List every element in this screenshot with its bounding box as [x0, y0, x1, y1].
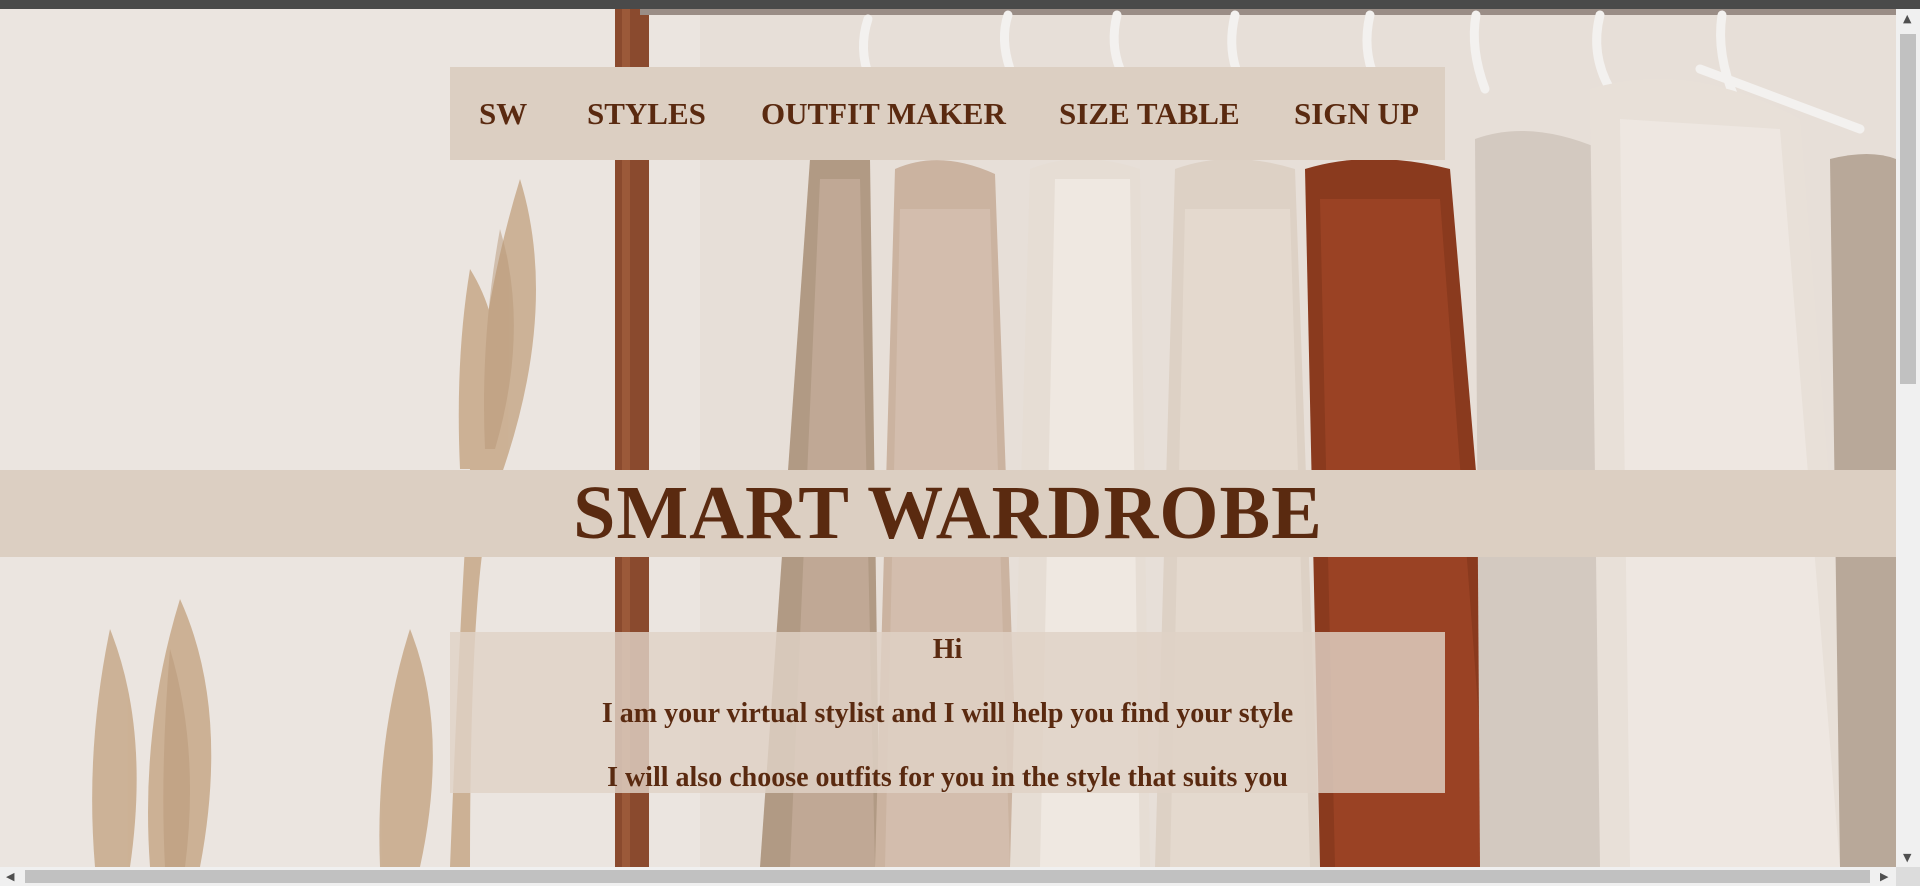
main-navigation: SW STYLES OUTFIT MAKER SIZE TABLE SIGN U…	[450, 67, 1445, 160]
arrow-right-icon[interactable]: ▶	[1880, 871, 1888, 882]
horizontal-scrollbar[interactable]: ◀ ▶	[0, 867, 1896, 886]
nav-item-size-table[interactable]: SIZE TABLE	[1059, 67, 1240, 160]
nav-item-sw[interactable]: SW	[479, 67, 527, 160]
scrollbar-corner	[1896, 867, 1920, 886]
intro-greeting: Hi	[932, 634, 963, 665]
arrow-down-icon[interactable]: ▼	[1903, 852, 1911, 863]
vertical-scroll-thumb[interactable]	[1900, 34, 1916, 384]
title-band: SMART WARDROBE	[0, 470, 1896, 557]
horizontal-scroll-thumb[interactable]	[25, 870, 1870, 883]
intro-line-2: I will also choose outfits for you in th…	[607, 762, 1288, 793]
arrow-up-icon[interactable]: ▲	[1903, 13, 1911, 24]
arrow-left-icon[interactable]: ◀	[6, 871, 14, 882]
window-top-bar	[0, 0, 1920, 9]
nav-item-outfit-maker[interactable]: OUTFIT MAKER	[761, 67, 1006, 160]
intro-panel: Hi I am your virtual stylist and I will …	[450, 632, 1445, 793]
vertical-scrollbar[interactable]: ▲ ▼	[1896, 9, 1920, 867]
page-title: SMART WARDROBE	[573, 471, 1323, 555]
nav-item-sign-up[interactable]: SIGN UP	[1294, 67, 1419, 160]
nav-item-styles[interactable]: STYLES	[587, 67, 706, 160]
intro-line-1: I am your virtual stylist and I will hel…	[601, 698, 1294, 729]
